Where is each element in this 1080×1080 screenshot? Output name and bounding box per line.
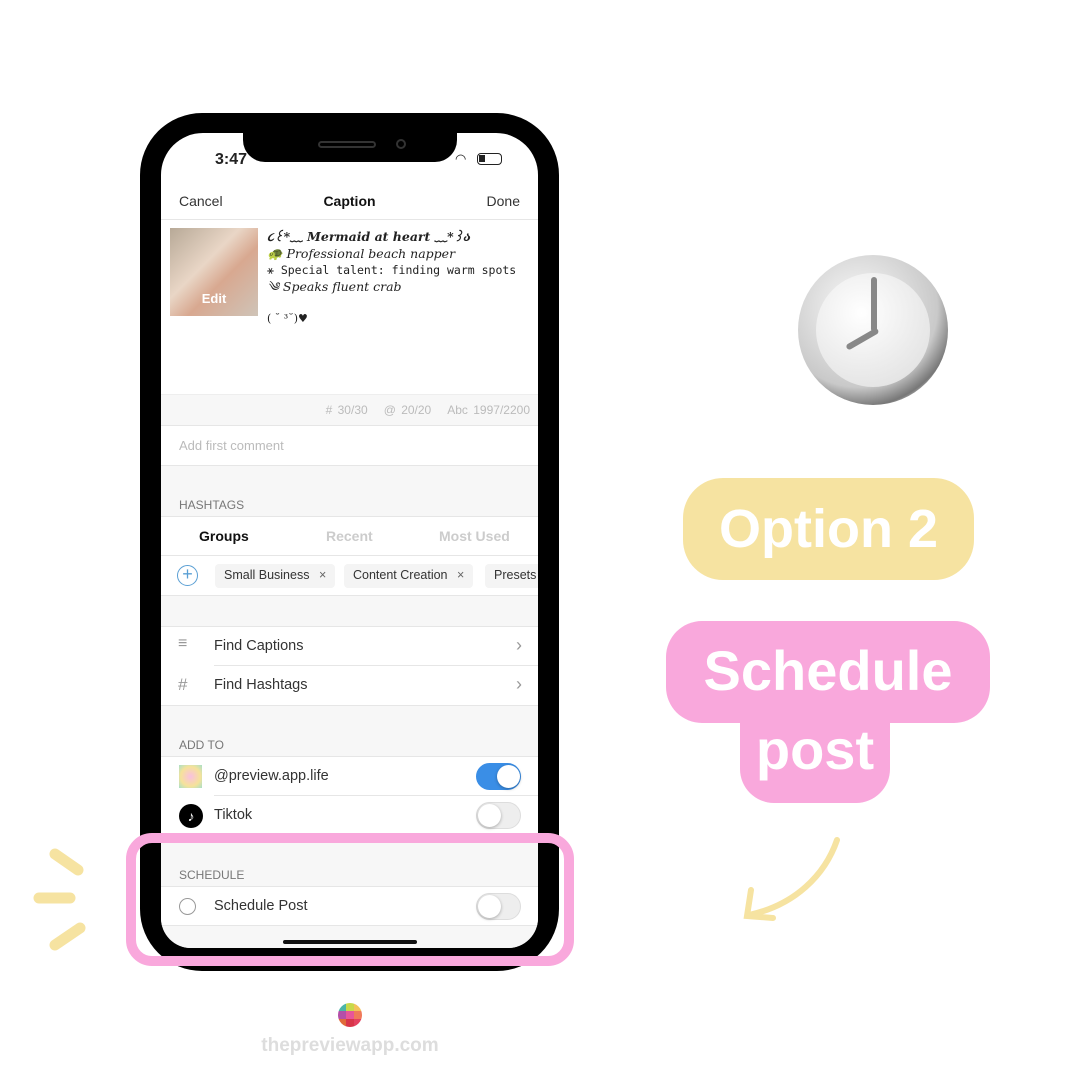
caption-input[interactable]: ૮꒰*﹏ Mermaid at heart ﹏*꒱ა 🐢 Professiona… <box>267 229 516 328</box>
chip-label: Presets <box>494 568 537 582</box>
hashtag-groups: + Small Business × Content Creation × Pr… <box>161 556 538 596</box>
hashtags-header: HASHTAGS <box>161 466 538 516</box>
remove-icon[interactable]: × <box>457 568 464 582</box>
tab-groups[interactable]: Groups <box>199 528 249 544</box>
preview-logo <box>338 1003 362 1027</box>
chevron-right-icon: › <box>516 674 522 694</box>
clock-emoji <box>798 255 948 405</box>
hashtags-label: HASHTAGS <box>179 498 245 512</box>
chip-small-business[interactable]: Small Business × <box>215 564 336 588</box>
tiktok-icon: ♪ <box>179 804 203 828</box>
find-captions-label: Find Captions <box>214 638 304 654</box>
add-to-label: ADD TO <box>179 738 224 752</box>
schedule-highlight <box>126 833 574 966</box>
chip-label: Content Creation <box>353 568 448 582</box>
chip-content-creation[interactable]: Content Creation × <box>344 564 474 588</box>
caption-line: ⚹ Special talent: finding warm spots <box>267 263 517 277</box>
hashtag-count: # 30/30 <box>325 403 368 417</box>
account-row-tiktok: ♪ Tiktok <box>161 796 538 836</box>
mention-count: @ 20/20 <box>383 403 432 417</box>
caption-line: 🐢 Professional beach napper <box>267 245 456 261</box>
wifi-icon: ◠ <box>455 151 467 166</box>
arrow-icon <box>743 837 840 921</box>
find-hashtags-row[interactable]: # Find Hashtags › <box>161 666 538 706</box>
find-captions-row[interactable]: ≡ Find Captions › <box>161 626 538 666</box>
caption-line: ( ˘ ³˘)♥ <box>267 312 308 325</box>
website-label: thepreviewapp.com <box>261 1035 439 1056</box>
post-thumbnail[interactable]: Edit <box>170 228 258 316</box>
tab-most-used[interactable]: Most Used <box>439 528 510 544</box>
nav-bar: Cancel Caption Done <box>161 185 538 220</box>
status-time: 3:47 <box>215 151 248 168</box>
option-badge: Option 2 <box>683 478 974 580</box>
caption-line <box>267 295 516 311</box>
done-button[interactable]: Done <box>487 193 520 209</box>
speaker <box>318 141 376 148</box>
headline-line-2: post <box>740 700 890 803</box>
edit-label: Edit <box>201 291 227 306</box>
account-avatar <box>179 765 202 788</box>
tab-recent[interactable]: Recent <box>326 528 373 544</box>
find-hashtags-label: Find Hashtags <box>214 677 308 693</box>
caption-area: Edit ૮꒰*﹏ Mermaid at heart ﹏*꒱ა 🐢 Profes… <box>161 220 538 394</box>
caption-line: ૮꒰*﹏ Mermaid at heart ﹏*꒱ა <box>267 229 471 244</box>
account-name: @preview.app.life <box>214 768 329 784</box>
lines-icon: ≡ <box>178 635 188 652</box>
hashtag-tabs: Groups Recent Most Used <box>161 516 538 556</box>
phone-screen: 3:47 ◠ Cancel Caption Done Edit ૮꒰*﹏ Mer… <box>161 133 538 948</box>
remove-icon[interactable]: × <box>319 568 326 582</box>
chevron-right-icon: › <box>516 635 522 655</box>
sparkle-lines <box>33 848 86 951</box>
counter-text: # 30/30 @ 20/20 Abc 1997/2200 <box>326 403 530 417</box>
add-group-icon[interactable]: + <box>177 565 198 586</box>
comment-placeholder: Add first comment <box>179 438 284 453</box>
page-title: Caption <box>323 193 376 209</box>
add-to-header: ADD TO <box>161 706 538 756</box>
account-name: Tiktok <box>214 807 253 823</box>
battery-icon <box>477 153 502 165</box>
tiktok-toggle[interactable] <box>476 802 521 829</box>
caption-line: ༄ Speaks fluent crab <box>267 278 402 294</box>
chip-presets[interactable]: Presets <box>485 564 538 588</box>
instagram-toggle[interactable] <box>476 763 521 790</box>
chip-label: Small Business <box>224 568 310 582</box>
first-comment-input[interactable]: Add first comment <box>161 426 538 466</box>
spacer <box>161 596 538 626</box>
hash-icon: # <box>178 675 188 694</box>
counters: # 30/30 @ 20/20 Abc 1997/2200 <box>161 394 538 426</box>
account-row-instagram: @preview.app.life <box>161 756 538 796</box>
notch <box>243 133 457 162</box>
char-count: Abc 1997/2200 <box>447 403 530 417</box>
camera <box>396 139 406 149</box>
